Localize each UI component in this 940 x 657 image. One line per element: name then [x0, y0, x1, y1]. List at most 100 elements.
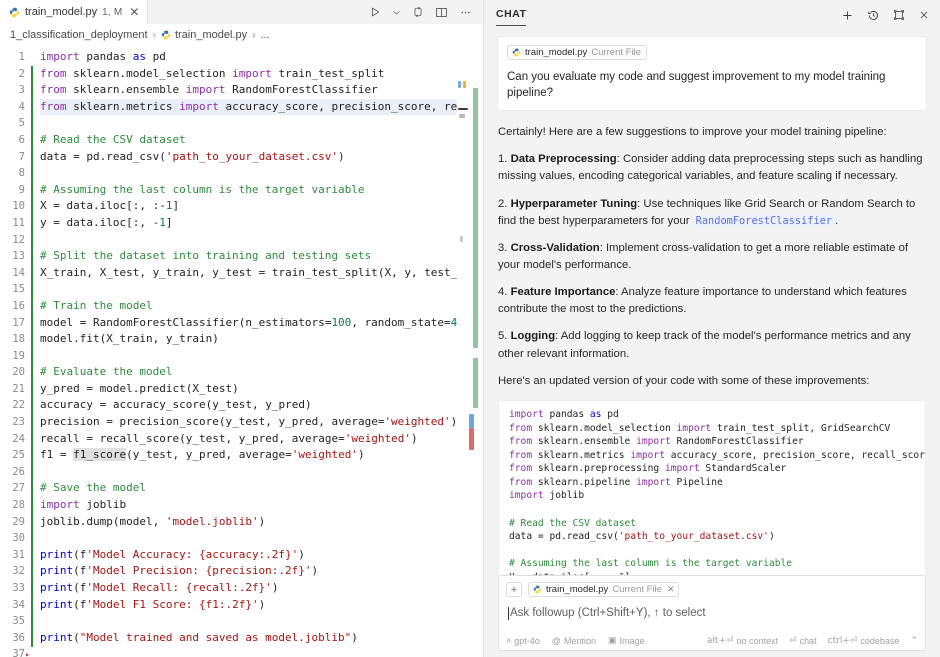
code-line[interactable]: print(f'Model F1 Score: {f1:.2f}'): [40, 597, 483, 614]
line-number: 23: [12, 416, 25, 429]
split-editor-icon[interactable]: [435, 6, 448, 19]
code-line[interactable]: recall = recall_score(y_test, y_pred, av…: [40, 431, 483, 448]
suggestion-number: 4.: [498, 286, 511, 299]
code-line[interactable]: # Train the model: [40, 298, 483, 315]
assistant-code-block[interactable]: import pandas as pd from sklearn.model_se…: [498, 399, 926, 575]
code-line[interactable]: f1 = f1_score(y_test, y_pred, average='w…: [40, 447, 483, 464]
code-line[interactable]: model.fit(X_train, y_train): [40, 331, 483, 348]
code-line[interactable]: accuracy = accuracy_score(y_test, y_pred…: [40, 397, 483, 414]
chat-composer[interactable]: + train_model.py Current File ✕ Ask foll…: [498, 575, 926, 651]
code-content[interactable]: import pandas as pd from sklearn.model_se…: [31, 46, 483, 657]
code-line[interactable]: # Split the dataset into training and te…: [40, 248, 483, 265]
breadcrumb-tail[interactable]: ...: [260, 29, 269, 41]
run-play-icon[interactable]: [369, 6, 381, 18]
close-icon[interactable]: [918, 9, 930, 21]
breadcrumb-file[interactable]: train_model.py: [175, 29, 247, 41]
code-line[interactable]: import joblib: [40, 497, 483, 514]
code-line[interactable]: model = RandomForestClassifier(n_estimat…: [40, 315, 483, 332]
code-line[interactable]: [40, 530, 483, 547]
line-number: 12: [12, 233, 25, 246]
chevron-right-icon: ›: [152, 29, 156, 41]
model-selector[interactable]: ˄ gpt-4o: [506, 636, 540, 646]
suggestion-body: : Add logging to keep track of the model…: [498, 330, 911, 360]
ellipsis-icon[interactable]: [459, 6, 472, 19]
editor-pane: train_model.py 1, M ✕ 1_classification_d…: [0, 0, 483, 657]
suggestion-title: Hyperparameter Tuning: [510, 197, 638, 210]
code-line[interactable]: # Save the model: [40, 480, 483, 497]
composer-context-chip[interactable]: train_model.py Current File ✕: [528, 582, 680, 597]
code-line[interactable]: [40, 348, 483, 365]
image-button[interactable]: ▣ Image: [608, 635, 645, 646]
context-chip-scope: Current File: [591, 47, 641, 58]
code-line: from sklearn.ensemble import RandomFores…: [509, 436, 804, 448]
code-line[interactable]: print(f'Model Recall: {recall:.2f}'): [40, 580, 483, 597]
chevron-down-icon[interactable]: [392, 8, 401, 17]
minimap[interactable]: [457, 46, 469, 657]
code-line[interactable]: # Read the CSV dataset: [40, 132, 483, 149]
fold-marker-icon[interactable]: ▸: [25, 647, 30, 657]
line-number: 31: [12, 548, 25, 561]
history-clock-icon[interactable]: [867, 9, 880, 22]
code-line[interactable]: joblib.dump(model, 'model.joblib'): [40, 514, 483, 531]
code-line[interactable]: print(f'Model Accuracy: {accuracy:.2f}'): [40, 547, 483, 564]
code-line[interactable]: X_train, X_test, y_train, y_test = train…: [40, 265, 483, 282]
maximize-icon[interactable]: [893, 9, 905, 21]
assistant-suggestion-item: 4. Feature Importance: Analyze feature i…: [498, 284, 926, 318]
chat-conversation[interactable]: train_model.py Current File Can you eval…: [484, 30, 940, 575]
line-number: 15: [12, 283, 25, 296]
suggestion-title: Logging: [510, 330, 556, 343]
code-line[interactable]: from sklearn.ensemble import RandomFores…: [40, 82, 483, 99]
line-number: 14: [12, 266, 25, 279]
add-context-button[interactable]: +: [506, 582, 522, 597]
footer-label: Image: [619, 635, 645, 646]
suggestion-number: 5.: [498, 330, 511, 343]
breadcrumb-folder[interactable]: 1_classification_deployment: [10, 29, 148, 41]
line-number: 21: [12, 382, 25, 395]
code-line[interactable]: print("Model trained and saved as model.…: [40, 630, 483, 647]
code-line[interactable]: import pandas as pd: [40, 49, 483, 66]
code-line[interactable]: print(f'Model Precision: {precision:.2f}…: [40, 563, 483, 580]
code-line[interactable]: data = pd.read_csv('path_to_your_dataset…: [40, 149, 483, 166]
code-line[interactable]: [40, 165, 483, 182]
chat-hint[interactable]: ⏎ chat: [789, 636, 817, 646]
chat-input-field[interactable]: Ask followup (Ctrl+Shift+Y), ↑ to select: [506, 605, 918, 621]
codebase-hint[interactable]: ctrl+⏎ codebase: [828, 636, 900, 646]
code-line[interactable]: [40, 281, 483, 298]
line-number: 35: [12, 615, 25, 628]
code-line[interactable]: # Assuming the last column is the target…: [40, 182, 483, 199]
close-icon[interactable]: ✕: [129, 6, 139, 18]
python-file-icon: [161, 30, 171, 40]
code-editor[interactable]: 1 2 3 4 5 6 7 8 9 10 11 12 13 14 15 16 17 18 19 20 21 22 23 24 2…: [0, 46, 483, 657]
image-icon: ▣: [607, 635, 617, 645]
code-line: # Read the CSV dataset: [509, 517, 637, 529]
overview-ruler-scrollbar[interactable]: [469, 46, 483, 657]
more-hint[interactable]: ⌃: [910, 635, 918, 646]
code-line[interactable]: [40, 464, 483, 481]
code-line[interactable]: X = data.iloc[:, :-1]: [40, 198, 483, 215]
code-line: import joblib: [509, 490, 585, 502]
split-compare-icon[interactable]: [412, 6, 424, 18]
editor-tab-train-model[interactable]: train_model.py 1, M ✕: [0, 0, 149, 24]
python-file-icon: [9, 7, 20, 18]
code-line[interactable]: # Evaluate the model: [40, 364, 483, 381]
code-line[interactable]: precision = precision_score(y_test, y_pr…: [40, 414, 483, 431]
code-line: from sklearn.pipeline import Pipeline: [509, 476, 723, 488]
context-chip[interactable]: train_model.py Current File: [507, 45, 647, 60]
plus-icon[interactable]: [841, 9, 854, 22]
mention-button[interactable]: @ Mention: [552, 636, 596, 646]
composer-footer-left: ˄ gpt-4o @ Mention ▣ Image: [506, 635, 645, 646]
code-line[interactable]: y = data.iloc[:, -1]: [40, 215, 483, 232]
close-icon[interactable]: ✕: [667, 584, 675, 595]
code-line[interactable]: from sklearn.model_selection import trai…: [40, 66, 483, 83]
no-context-hint[interactable]: alt+⏎ no context: [707, 636, 778, 646]
line-number: 11: [12, 216, 25, 229]
code-line[interactable]: y_pred = model.predict(X_test): [40, 381, 483, 398]
code-line[interactable]: [40, 646, 483, 657]
code-line[interactable]: [40, 115, 483, 132]
code-line[interactable]: [40, 613, 483, 630]
code-line[interactable]: [40, 232, 483, 249]
code-line[interactable]: from sklearn.metrics import accuracy_sco…: [40, 98, 483, 116]
suggestion-number: 2.: [498, 197, 511, 210]
footer-label: codebase: [860, 635, 900, 646]
